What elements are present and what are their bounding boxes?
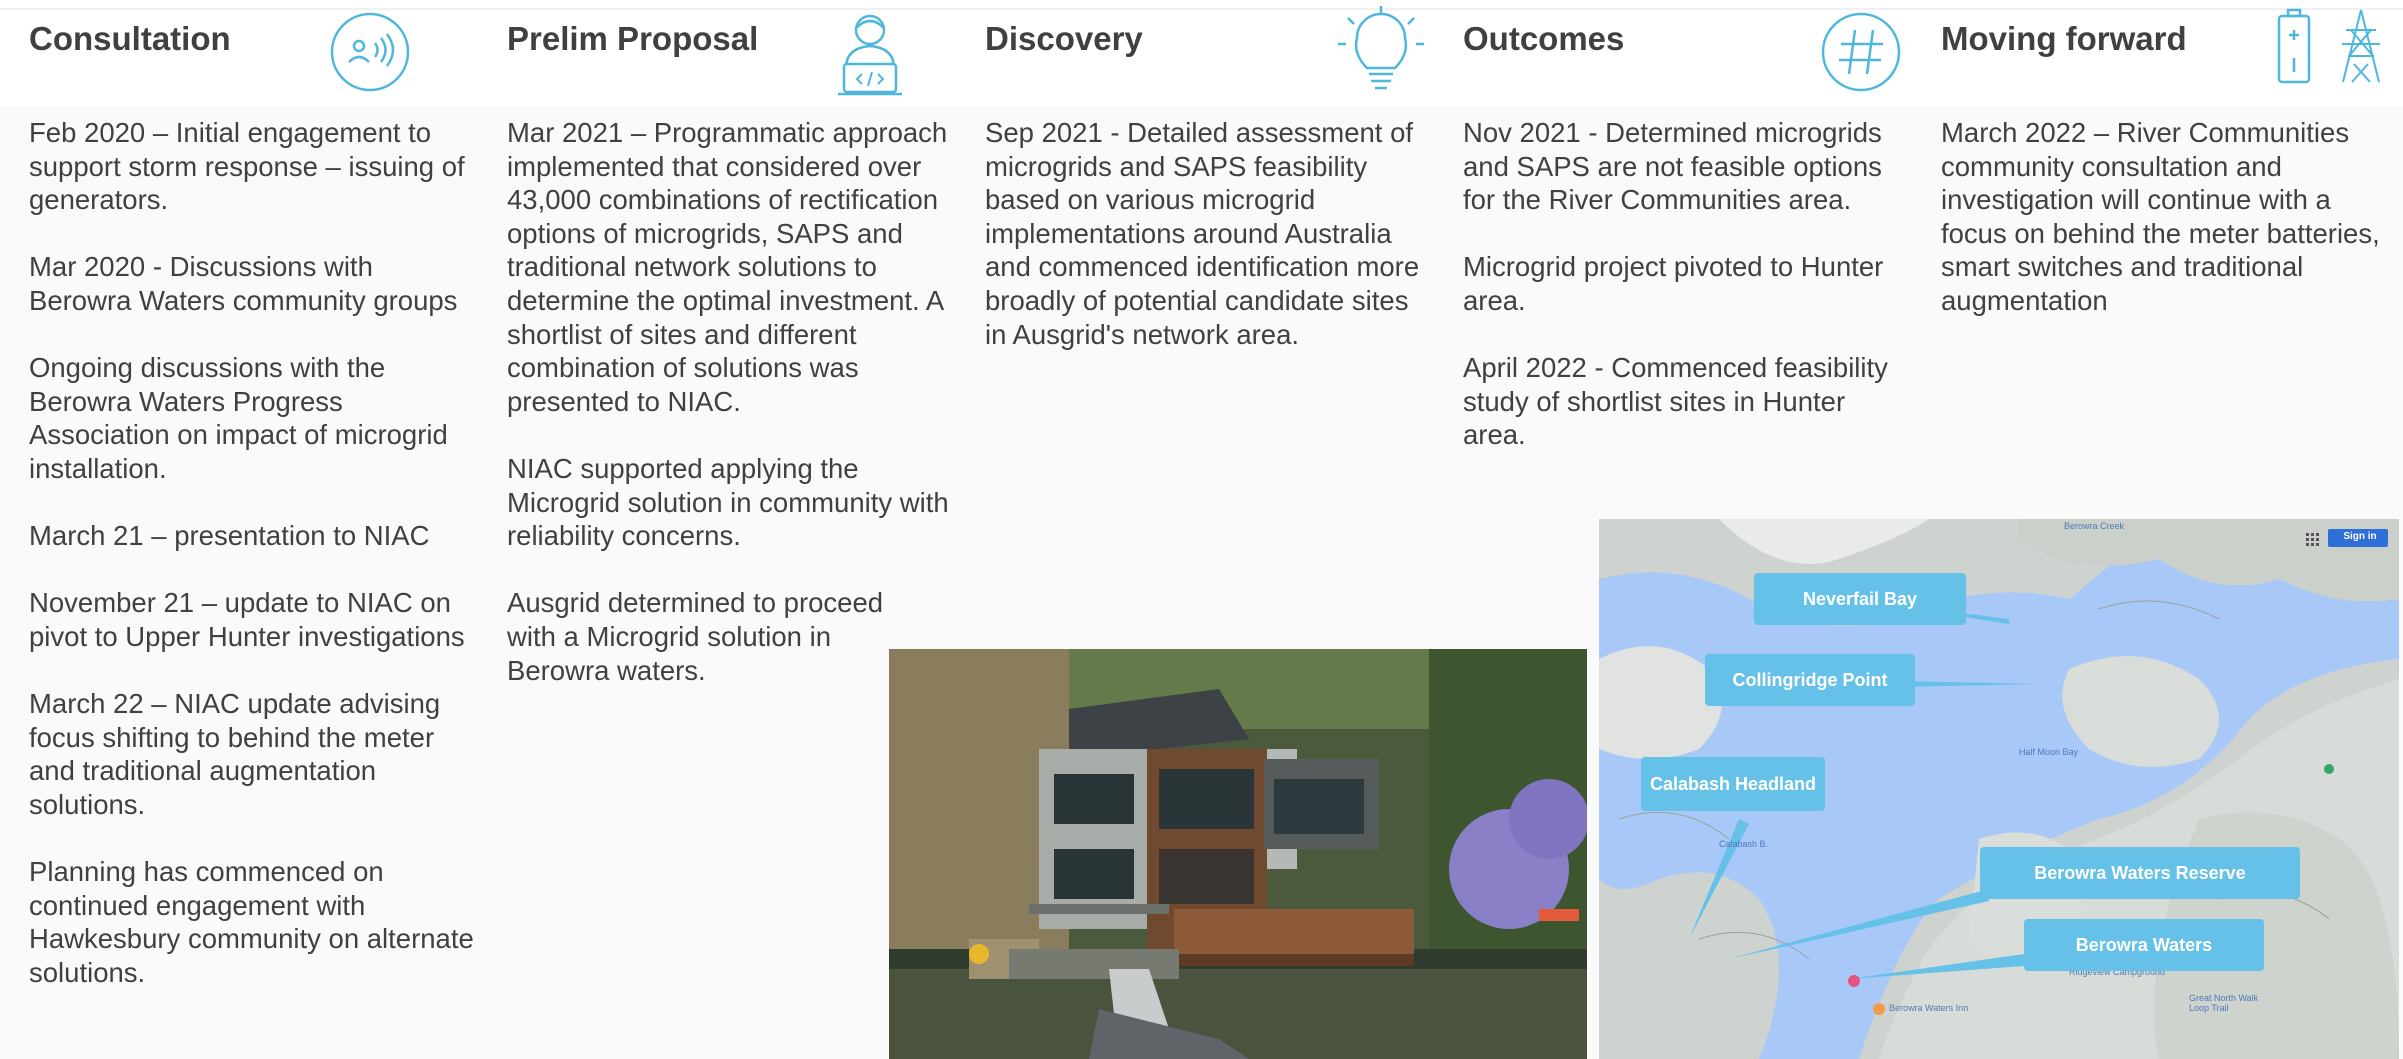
prelim-proposal-paragraph: Mar 2021 – Programmatic approach impleme… bbox=[507, 117, 948, 417]
consultation-paragraph: March 21 – presentation to NIAC bbox=[29, 520, 430, 552]
broadcast-person-icon bbox=[330, 12, 410, 92]
outcomes-text: Nov 2021 - Determined microgrids and SAP… bbox=[1463, 116, 1913, 486]
prelim-proposal-text: Mar 2021 – Programmatic approach impleme… bbox=[507, 116, 957, 721]
map-place-label: Half Moon Bay bbox=[2019, 747, 2079, 757]
discovery-paragraph: Sep 2021 - Detailed assessment of microg… bbox=[985, 117, 1420, 350]
outcomes-paragraph: April 2022 - Commenced feasibility study… bbox=[1463, 352, 1888, 451]
developer-laptop-icon bbox=[838, 14, 902, 96]
prelim-proposal-title: Prelim Proposal bbox=[507, 20, 759, 57]
callout-berowra-waters: Berowra Waters bbox=[2024, 919, 2264, 971]
moving-forward-paragraph: March 2022 – River Communities community… bbox=[1941, 117, 2380, 316]
consultation-paragraph: Ongoing discussions with the Berowra Wat… bbox=[29, 352, 448, 484]
consultation-paragraph: March 22 – NIAC update advising focus sh… bbox=[29, 688, 441, 820]
map-place-label: Berowra Waters Inn bbox=[1889, 1003, 1969, 1013]
callout-calabash-headland: Calabash Headland bbox=[1641, 757, 1825, 811]
consultation-paragraph: Planning has commenced on continued enga… bbox=[29, 856, 474, 988]
consultation-paragraph: November 21 – update to NIAC on pivot to… bbox=[29, 587, 465, 652]
berowra-house-photo bbox=[889, 649, 1587, 1059]
consultation-paragraph: Feb 2020 – Initial engagement to support… bbox=[29, 117, 465, 216]
map-sign-in-button[interactable]: Sign in bbox=[2333, 531, 2387, 542]
consultation-paragraph: Mar 2020 - Discussions with Berowra Wate… bbox=[29, 251, 458, 316]
consultation-title: Consultation bbox=[29, 20, 231, 57]
callout-neverfail-bay: Neverfail Bay bbox=[1754, 573, 1966, 625]
map-place-label: Berowra Creek bbox=[2064, 521, 2125, 531]
outcomes-paragraph: Nov 2021 - Determined microgrids and SAP… bbox=[1463, 117, 1882, 216]
consultation-text: Feb 2020 – Initial engagement to support… bbox=[29, 116, 479, 1023]
outcomes-title: Outcomes bbox=[1463, 20, 1625, 57]
callout-collingridge-point: Collingridge Point bbox=[1705, 654, 1915, 706]
moving-forward-title: Moving forward bbox=[1941, 20, 2187, 57]
map-place-label: Great North Walk Loop Trail bbox=[2189, 993, 2259, 1013]
battery-pylon-icon bbox=[2277, 8, 2380, 84]
prelim-proposal-paragraph: Ausgrid determined to proceed with a Mic… bbox=[507, 587, 884, 686]
discovery-title: Discovery bbox=[985, 20, 1143, 57]
area-map[interactable]: Sign in Berowra Creek Half Moon Bay Cala… bbox=[1599, 519, 2399, 1059]
callout-berowra-waters-reserve: Berowra Waters Reserve bbox=[1980, 847, 2300, 899]
prelim-proposal-paragraph: NIAC supported applying the Microgrid so… bbox=[507, 452, 949, 552]
outcomes-paragraph: Microgrid project pivoted to Hunter area… bbox=[1463, 251, 1884, 316]
map-place-label: Calabash B. bbox=[1719, 839, 1769, 849]
discovery-text: Sep 2021 - Detailed assessment of microg… bbox=[985, 116, 1435, 385]
lightbulb-icon bbox=[1338, 6, 1424, 90]
hashtag-icon bbox=[1821, 12, 1901, 92]
moving-forward-text: March 2022 – River Communities community… bbox=[1941, 116, 2396, 351]
